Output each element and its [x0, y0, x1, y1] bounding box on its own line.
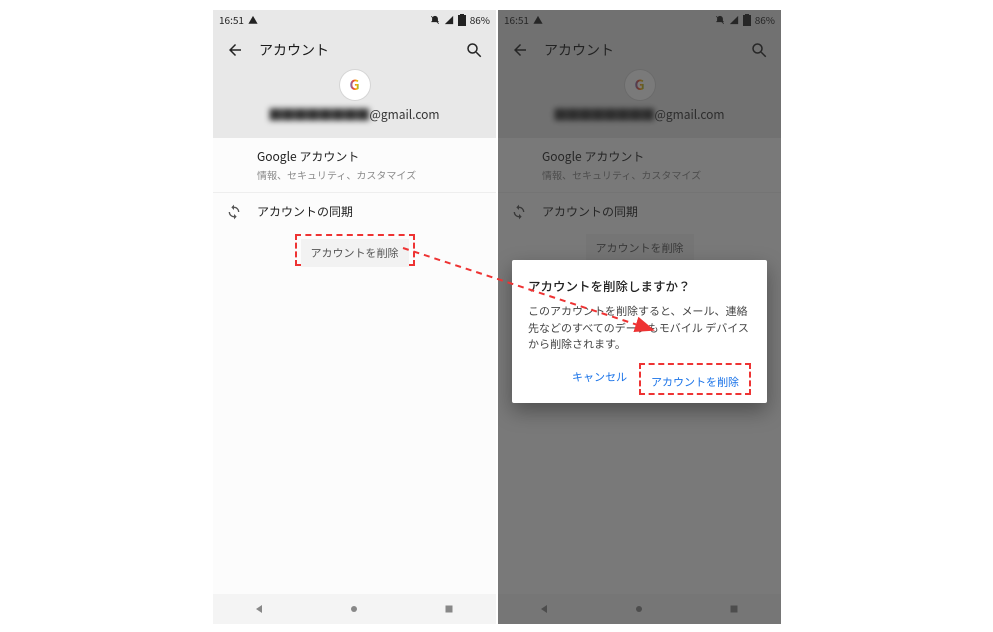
status-time: 16:51 [219, 15, 244, 25]
nav-recents[interactable] [442, 602, 456, 616]
dialog-cancel-button[interactable]: キャンセル [566, 363, 633, 395]
status-bar: 16:51 86% [213, 10, 496, 30]
comparison-stage: 16:51 86% [0, 0, 993, 632]
dnd-icon [430, 15, 440, 25]
dialog-confirm-button[interactable]: アカウントを削除 [645, 368, 745, 396]
header-area: アカウント G ████████@gmail.com [213, 30, 496, 138]
battery-text: 86% [470, 15, 490, 25]
dialog-actions: キャンセル アカウントを削除 [528, 363, 751, 395]
row-account-sync[interactable]: アカウントの同期 [213, 193, 496, 230]
sync-icon [225, 203, 243, 221]
signal-icon [444, 15, 454, 25]
remove-account-row: アカウントを削除 [213, 234, 496, 266]
google-g-icon: G [349, 75, 359, 95]
status-right: 86% [430, 14, 490, 26]
back-button[interactable] [223, 38, 247, 62]
account-hero: G ████████@gmail.com [213, 70, 496, 123]
dialog-body: このアカウントを削除すると、メール、連絡先などのすべてのデータもモバイル デバイ… [528, 303, 751, 353]
row-title: Google アカウント [257, 148, 480, 165]
confirm-delete-dialog: アカウントを削除しますか？ このアカウントを削除すると、メール、連絡先などのすべ… [512, 260, 767, 403]
account-email-domain: @gmail.com [369, 106, 439, 123]
warning-icon [248, 15, 258, 25]
nav-home[interactable] [347, 602, 361, 616]
dialog-title: アカウントを削除しますか？ [528, 276, 751, 295]
remove-account-button[interactable]: アカウントを削除 [301, 239, 409, 267]
callout-highlight: アカウントを削除 [639, 363, 751, 395]
phone-left: 16:51 86% [213, 10, 496, 624]
page-title: アカウント [259, 40, 329, 60]
status-left: 16:51 [219, 15, 258, 25]
battery-icon [458, 14, 466, 26]
google-logo: G [340, 70, 370, 100]
search-button[interactable] [462, 38, 486, 62]
row-subtitle: 情報、セキュリティ、カスタマイズ [257, 167, 480, 182]
phone-right: 16:51 86% [498, 10, 781, 624]
settings-list: Google アカウント 情報、セキュリティ、カスタマイズ アカウントの同期 ア… [213, 138, 496, 594]
callout-highlight: アカウントを削除 [295, 234, 415, 266]
row-title: アカウントの同期 [257, 203, 480, 220]
system-nav-bar [213, 594, 496, 624]
account-email-user: ████████ [269, 106, 369, 123]
account-email: ████████@gmail.com [269, 106, 439, 123]
nav-back[interactable] [253, 602, 267, 616]
row-google-account[interactable]: Google アカウント 情報、セキュリティ、カスタマイズ [213, 138, 496, 192]
app-bar: アカウント [213, 30, 496, 70]
